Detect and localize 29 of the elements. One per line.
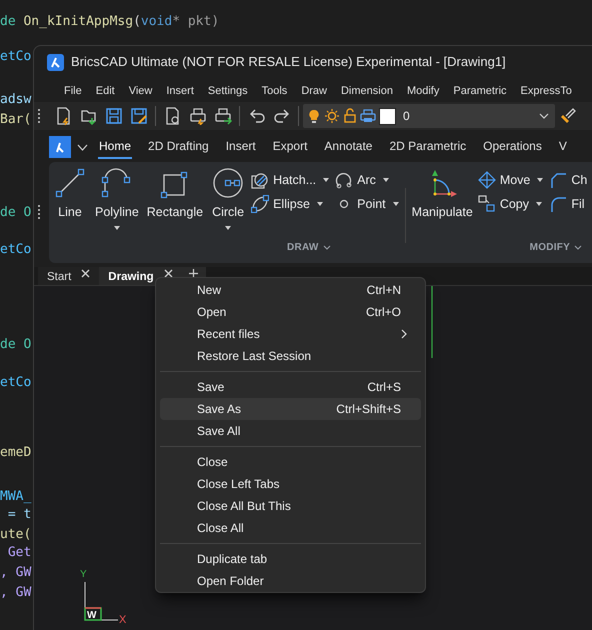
axis-label: W	[87, 609, 96, 623]
axis-label: X	[119, 613, 126, 628]
code-token: ute(	[0, 527, 32, 542]
code-token: adsw	[0, 92, 32, 107]
code-token: emeD	[0, 445, 32, 460]
code-token: = t	[6, 507, 32, 522]
code-token: * pkt)	[172, 14, 220, 29]
code-token: etCo	[0, 375, 32, 390]
code-token: de O	[0, 337, 32, 352]
shortcut-text: Ctrl+S	[367, 379, 401, 396]
code-token: On_kInitAppMsg	[23, 14, 134, 29]
code-token: etCo	[0, 49, 32, 64]
panel-title: DRAW	[287, 241, 319, 255]
code-token: de	[0, 14, 17, 29]
shortcut-text: Ctrl+O	[366, 304, 401, 321]
code-token: , GW	[0, 585, 32, 600]
code-token: , GW	[0, 565, 32, 580]
axis-label: Y	[80, 568, 87, 582]
shortcut-text: Ctrl+N	[366, 282, 401, 299]
code-token: void	[140, 14, 172, 29]
code-token: etCo	[0, 242, 32, 257]
code-token: de O	[0, 205, 32, 220]
code-token: MWA_	[0, 489, 32, 504]
code-token: Get	[6, 545, 32, 560]
window-title: BricsCAD Ultimate (NOT FOR RESALE License) Experimental - [Drawing1]	[71, 53, 506, 72]
shortcut-text: Ctrl+Shift+S	[336, 401, 401, 418]
panel-title: MODIFY	[530, 241, 570, 255]
code-token: (	[133, 14, 141, 29]
code-token: Bar(	[0, 112, 32, 127]
